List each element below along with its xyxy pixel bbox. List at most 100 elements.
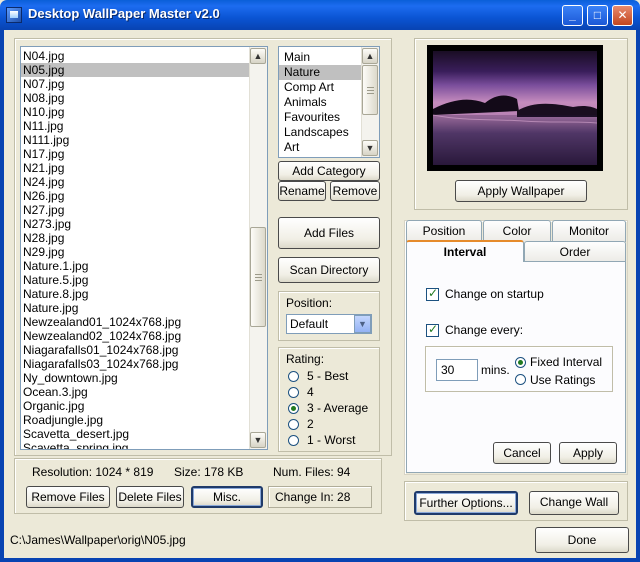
list-item[interactable]: N29.jpg [21,245,249,259]
list-item[interactable]: N273.jpg [21,217,249,231]
rename-button[interactable]: Rename [278,181,326,201]
list-item[interactable]: Newzealand02_1024x768.jpg [21,329,249,343]
list-item[interactable]: N27.jpg [21,203,249,217]
use-ratings-radio[interactable] [515,374,526,385]
minimize-button[interactable]: _ [562,5,583,26]
category-item[interactable]: Main [279,50,361,65]
tab-order[interactable]: Order [524,241,626,262]
delete-files-button[interactable]: Delete Files [116,486,184,508]
category-list[interactable]: Main Nature Comp Art Animals Favourites Lands… [278,46,380,158]
category-item[interactable]: Landscapes [279,125,361,140]
minutes-input[interactable]: 30 [436,359,478,381]
list-item[interactable]: Organic.jpg [21,399,249,413]
list-item[interactable]: N26.jpg [21,189,249,203]
remove-category-button[interactable]: Remove [330,181,380,201]
list-item[interactable]: Roadjungle.jpg [21,413,249,427]
list-item[interactable]: Scavetta_desert.jpg [21,427,249,441]
rating-option-label: 1 - Worst [307,433,356,447]
file-list[interactable]: N04.jpg N05.jpg N07.jpg N08.jpg N10.jpg N11.j… [20,46,268,450]
fixed-interval-radio[interactable] [515,357,526,368]
position-label: Position: [286,296,333,310]
change-wall-button[interactable]: Change Wall [529,491,619,515]
list-item[interactable]: Scavetta_spring.jpg [21,441,249,449]
category-item[interactable]: Comp Art [279,80,361,95]
app-icon [6,7,22,23]
rating-radio[interactable] [288,403,299,414]
rating-option-label: 3 - Average [307,401,369,415]
apply-button[interactable]: Apply [559,442,617,464]
rating-radio[interactable] [288,419,299,430]
remove-files-button[interactable]: Remove Files [26,486,110,508]
tab-color[interactable]: Color [483,220,551,242]
list-item[interactable]: Niagarafalls01_1024x768.jpg [21,343,249,357]
list-item[interactable]: N04.jpg [21,49,249,63]
chevron-down-icon[interactable]: ▼ [354,315,371,333]
list-item[interactable]: N07.jpg [21,77,249,91]
rating-option-label: 4 [307,385,314,399]
scroll-down-icon[interactable]: ▼ [362,140,378,156]
category-item[interactable]: Animals [279,95,361,110]
rating-label: Rating: [286,352,325,366]
change-on-startup-checkbox[interactable] [426,286,439,301]
fixed-interval-label: Fixed Interval [530,355,603,369]
scroll-up-icon[interactable]: ▲ [362,48,378,64]
tab-interval[interactable]: Interval [406,240,524,262]
rating-radio[interactable] [288,387,299,398]
list-item[interactable]: Niagarafalls03_1024x768.jpg [21,357,249,371]
list-item[interactable]: N24.jpg [21,175,249,189]
change-every-checkbox[interactable] [426,322,439,337]
list-item[interactable]: Nature.1.jpg [21,259,249,273]
minutes-unit: mins. [481,363,510,377]
list-item[interactable]: Nature.jpg [21,301,249,315]
rating-options: 5 - Best 4 3 - Average 2 1 - Worst [288,369,378,451]
scroll-down-icon[interactable]: ▼ [250,432,266,448]
category-item[interactable]: Nature [279,65,361,80]
rating-option-label: 2 [307,417,314,431]
list-item[interactable]: Ocean.3.jpg [21,385,249,399]
island-silhouette [433,95,597,165]
size-text: Size: 178 KB [174,465,244,479]
scroll-thumb[interactable] [362,65,378,115]
list-item[interactable]: N21.jpg [21,161,249,175]
change-every-label: Change every: [445,323,524,337]
tab-position[interactable]: Position [406,220,482,242]
close-button[interactable]: ✕ [612,5,633,26]
further-options-button[interactable]: Further Options... [414,491,518,515]
maximize-button[interactable]: □ [587,5,608,26]
category-item[interactable]: Art [279,140,361,155]
tab-monitor[interactable]: Monitor [552,220,626,242]
resolution-text: Resolution: 1024 * 819 [32,465,154,479]
rating-radio[interactable] [288,371,299,382]
change-in-text: Change In: 28 [268,486,372,508]
scan-directory-button[interactable]: Scan Directory [278,257,380,283]
list-item[interactable]: N10.jpg [21,105,249,119]
list-item[interactable]: N111.jpg [21,133,249,147]
position-select[interactable]: Default ▼ [286,314,372,334]
scroll-thumb[interactable] [250,227,266,327]
misc-button[interactable]: Misc. [191,486,263,508]
add-files-button[interactable]: Add Files [278,217,380,249]
list-item[interactable]: N17.jpg [21,147,249,161]
list-item[interactable]: N28.jpg [21,231,249,245]
list-item[interactable]: N05.jpg [21,63,249,77]
rating-option-label: 5 - Best [307,369,349,383]
window-title: Desktop WallPaper Master v2.0 [28,6,220,21]
category-item[interactable]: Favourites [279,110,361,125]
file-list-scrollbar[interactable]: ▲ ▼ [249,47,267,449]
list-item[interactable]: N11.jpg [21,119,249,133]
list-item[interactable]: Nature.5.jpg [21,273,249,287]
file-path-text: C:\James\Wallpaper\orig\N05.jpg [10,533,186,547]
list-item[interactable]: Newzealand01_1024x768.jpg [21,315,249,329]
category-scrollbar[interactable]: ▲ ▼ [361,47,379,157]
list-item[interactable]: Nature.8.jpg [21,287,249,301]
file-list-rows: N04.jpg N05.jpg N07.jpg N08.jpg N10.jpg N11.j… [21,49,249,449]
add-category-button[interactable]: Add Category [278,161,380,181]
list-item[interactable]: Ny_downtown.jpg [21,371,249,385]
list-item[interactable]: N08.jpg [21,91,249,105]
scroll-up-icon[interactable]: ▲ [250,48,266,64]
use-ratings-label: Use Ratings [530,373,596,387]
done-button[interactable]: Done [535,527,629,553]
apply-wallpaper-button[interactable]: Apply Wallpaper [455,180,587,202]
rating-radio[interactable] [288,435,299,446]
cancel-button[interactable]: Cancel [493,442,551,464]
